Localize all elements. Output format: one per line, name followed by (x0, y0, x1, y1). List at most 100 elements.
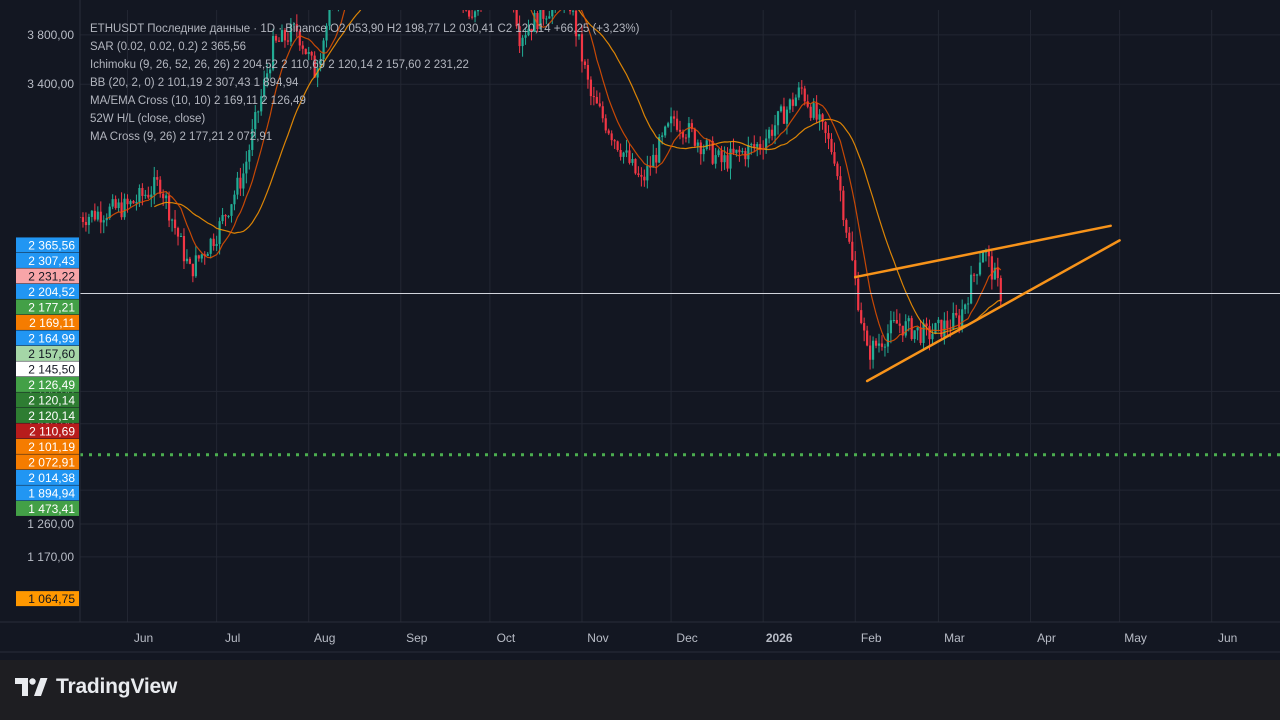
candle-body (738, 149, 741, 153)
candle-body (987, 251, 991, 257)
candle-body (809, 106, 812, 118)
candle-body (972, 274, 976, 276)
chart-canvas[interactable]: ETHUSDT Последние данные · 1D · Binance … (0, 0, 1280, 660)
candle-body (720, 150, 723, 163)
candle-body (586, 64, 590, 80)
candle-body (732, 148, 735, 153)
price-badge-label-3: 2 204,52 (28, 285, 75, 299)
time-tick-label-0: Jun (134, 631, 153, 645)
candle-body (601, 106, 604, 119)
candle-body (797, 87, 800, 98)
candle-body (827, 133, 830, 139)
price-badge-label-2: 2 231,22 (28, 269, 75, 283)
candle-body (248, 149, 251, 162)
candle-body (946, 320, 949, 329)
time-tick-label-7: 2026 (766, 631, 793, 645)
candle-body (604, 118, 607, 131)
candle-body (90, 210, 93, 217)
price-badge-label-14: 2 072,91 (28, 455, 75, 469)
candle-body (883, 346, 887, 348)
candle-body (206, 253, 209, 256)
time-axis-background (0, 622, 1280, 660)
candle-body (224, 214, 227, 217)
candle-body (227, 215, 230, 217)
chart-window: ETHUSDT Последние данные · 1D · Binance … (0, 0, 1280, 720)
candle-body (236, 177, 239, 195)
candle-body (625, 150, 628, 153)
candle-body (788, 99, 792, 110)
candle-body (839, 176, 842, 191)
candle-body (188, 258, 192, 264)
price-badge-label-13: 2 101,19 (28, 440, 75, 454)
candle-body (741, 151, 744, 153)
candle-body (286, 40, 290, 42)
candle-body (132, 200, 135, 204)
legend-line-3[interactable]: BB (20, 2, 0) 2 101,19 2 307,43 1 894,94 (90, 77, 299, 89)
legend-line-4[interactable]: MA/EMA Cross (10, 10) 2 169,11 2 126,49 (90, 95, 306, 107)
candle-body (126, 198, 129, 205)
candle-body (664, 126, 667, 136)
candle-body (179, 235, 183, 237)
price-axis[interactable]: 3 800,003 400,001 700,001 580,001 360,00… (0, 0, 81, 660)
candle-body (824, 121, 827, 134)
candle-body (628, 150, 631, 163)
candle-body (580, 34, 584, 62)
candle-body (87, 216, 91, 226)
candle-body (274, 36, 278, 41)
price-badge-label-5: 2 169,11 (29, 316, 75, 330)
candle-body (159, 179, 162, 194)
price-badge-label-11: 2 120,14 (28, 409, 75, 423)
candle-body (925, 323, 928, 327)
price-badge-label-12: 2 110,69 (29, 424, 75, 438)
price-badge-label-10: 2 120,14 (28, 393, 75, 407)
candle-body (675, 118, 679, 130)
time-tick-label-11: May (1124, 631, 1147, 645)
candle-body (619, 149, 622, 157)
candle-body (818, 114, 821, 120)
candle-body (221, 214, 224, 222)
candle-body (218, 221, 221, 245)
candle-body (209, 238, 212, 254)
candle-body (254, 112, 257, 130)
candle-body (889, 320, 892, 334)
candle-body (892, 320, 895, 322)
price-tick-label-5: 1 260,00 (27, 517, 74, 531)
price-badge-label-0: 2 365,56 (28, 238, 75, 252)
candle-body (785, 109, 789, 124)
candle-body (96, 211, 99, 220)
price-badge-label-1: 2 307,43 (28, 254, 75, 268)
legend-line-2[interactable]: Ichimoku (9, 26, 52, 26, 26) 2 204,52 2 … (90, 59, 469, 71)
candle-body (967, 303, 970, 305)
candle-body (895, 320, 898, 324)
candle-body (111, 199, 114, 207)
candle-body (153, 177, 156, 195)
candle-body (714, 155, 717, 164)
time-axis[interactable]: Jun Jul Aug Sep Oct Nov Dec 2026 Feb Mar Apr May Jun (0, 621, 1280, 660)
candle-body (242, 173, 245, 189)
candle-body (699, 142, 702, 155)
candle-body (851, 241, 854, 261)
candle-body (524, 35, 527, 38)
candle-body (928, 326, 931, 340)
candle-body (723, 155, 726, 163)
candle-body (607, 130, 610, 134)
brand-logo[interactable]: TradingView (14, 672, 177, 702)
time-tick-label-10: Apr (1037, 631, 1056, 645)
candle-body (776, 111, 780, 126)
legend-line-0[interactable]: ETHUSDT Последние данные · 1D · Binance … (90, 23, 640, 35)
candle-body (922, 323, 925, 343)
candle-body (729, 148, 732, 169)
price-badge-label-15: 2 014,38 (28, 471, 75, 485)
candle-body (705, 140, 708, 149)
candle-body (200, 254, 203, 259)
candle-body (215, 244, 218, 247)
price-badge-label-9: 2 126,49 (28, 378, 75, 392)
legend-line-1[interactable]: SAR (0.02, 0.02, 0.2) 2 365,56 (90, 41, 246, 53)
candle-body (753, 144, 756, 147)
candle-body (943, 320, 946, 337)
candle-body (830, 138, 833, 153)
candle-body (197, 255, 200, 259)
legend-line-5[interactable]: 52W H/L (close, close) (90, 113, 205, 125)
legend-line-6[interactable]: MA Cross (9, 26) 2 177,21 2 072,91 (90, 131, 272, 143)
candle-body (120, 202, 123, 218)
